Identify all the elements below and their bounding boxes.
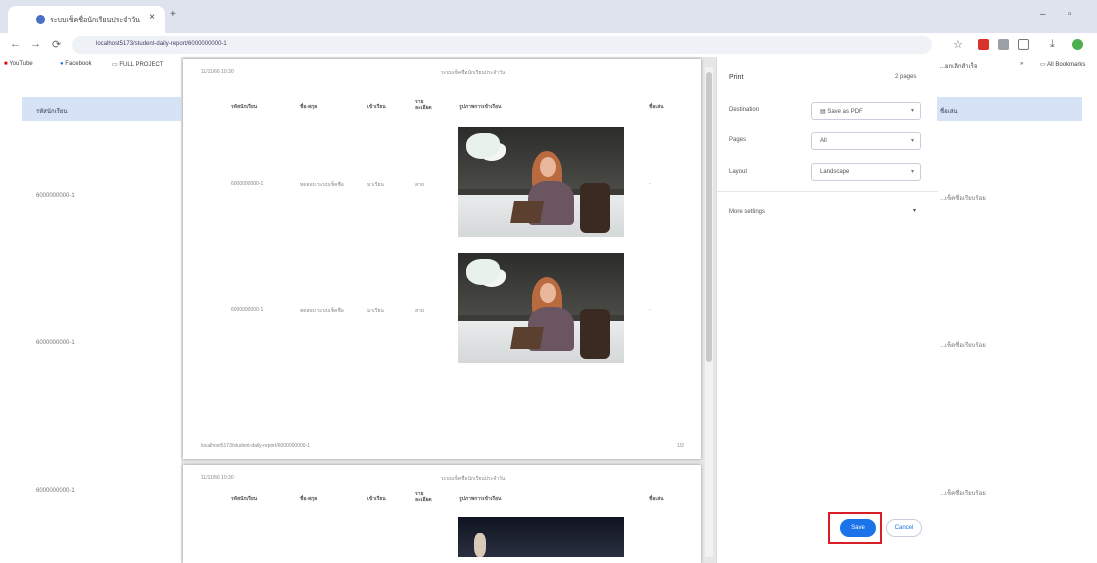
divider [717, 191, 938, 192]
browser-tab[interactable]: ระบบเช็คชื่อนักเรียนประจำวัน × [8, 6, 165, 33]
print-settings-panel: Print 2 pages Destination ▤ Save as PDF … [716, 57, 938, 563]
more-settings-label: More settings [729, 209, 766, 215]
column-header: ชื่อ-สกุล [300, 496, 318, 502]
chevron-down-icon: ▾ [913, 208, 917, 214]
browser-toolbar: ← → ⟳ localhost5173/student-daily-report… [0, 33, 1097, 57]
print-title: Print [729, 74, 744, 81]
print-preview-area[interactable]: 11/11/66 10:30 ระบบเช็คชื่อนักเรียนประจำ… [181, 57, 716, 563]
new-tab-icon[interactable]: + [170, 9, 176, 20]
column-header: เข้าเรียน [367, 104, 386, 110]
background-row-status: ...เช็คชื่อเรียบร้อย [940, 491, 986, 497]
background-header-right: ชื่อเล่น [940, 109, 958, 115]
preview-page-2: 11/11/66 10:30 ระบบเช็คชื่อนักเรียนประจำ… [183, 465, 701, 563]
preview-page-1: 11/11/66 10:30 ระบบเช็คชื่อนักเรียนประจำ… [183, 59, 701, 459]
save-button-highlight [828, 512, 882, 544]
page-count: 2 pages [895, 74, 917, 80]
bookmark-youtube[interactable]: ■ YouTube [4, 61, 33, 67]
column-header: รูปภาพการเข้าเรียน [459, 104, 502, 110]
column-header: ชื่อเล่น [649, 104, 664, 110]
cell-student-id: 6000000000-1 [231, 307, 264, 313]
profile-avatar[interactable] [1072, 39, 1083, 50]
layout-select[interactable]: Landscape ▾ [811, 163, 921, 181]
column-header: รหัสนักเรียน [231, 104, 258, 110]
background-row-status: ...เช็คชื่อเรียบร้อย [940, 196, 986, 202]
chevron-down-icon: ▾ [910, 169, 914, 175]
address-bar[interactable]: localhost5173/student-daily-report/60000… [72, 36, 932, 54]
attendance-photo [458, 127, 624, 237]
maximize-icon[interactable]: ▫ [1068, 9, 1072, 20]
url-text: localhost5173/student-daily-report/60000… [96, 41, 227, 47]
chevron-down-icon: ▾ [910, 138, 914, 144]
cell-detail: สาย [415, 182, 424, 188]
column-header: ราย ละเอียด [415, 99, 432, 111]
file-icon: ▤ [820, 109, 826, 115]
extensions-puzzle-icon[interactable] [998, 39, 1009, 50]
cell-nickname: - [649, 307, 651, 313]
column-header: ชื่อเล่น [649, 496, 664, 502]
minimize-icon[interactable]: – [1040, 9, 1046, 20]
cell-attendance: มาเรียน [367, 182, 384, 188]
more-settings-toggle[interactable]: More settings ▾ [717, 202, 938, 222]
youtube-icon: ■ [4, 61, 8, 67]
cell-student-id: 6000000000-1 [231, 181, 264, 187]
background-row-id: 6000000000-1 [36, 340, 75, 346]
browser-tab-bar: ⌄ ระบบเช็คชื่อนักเรียนประจำวัน × + – ▫ [0, 0, 1097, 33]
background-row-status: ...เช็คชื่อเรียบร้อย [940, 343, 986, 349]
background-row-id: 6000000000-1 [36, 488, 75, 494]
cell-name: ทดสอบ ระบบเช็คชื่อ [300, 182, 344, 188]
column-header: รหัสนักเรียน [231, 496, 258, 502]
background-row-id: 6000000000-1 [36, 193, 75, 199]
bookmarks-overflow-icon[interactable]: » [1020, 61, 1023, 67]
page-header-title: ระบบเช็คชื่อนักเรียนประจำวัน [441, 476, 506, 482]
cell-nickname: - [649, 181, 651, 187]
tab-title: ระบบเช็คชื่อนักเรียนประจำวัน [50, 17, 140, 24]
cell-name: ทดสอบ ระบบเช็คชื่อ [300, 308, 344, 314]
facebook-icon: ● [60, 61, 64, 67]
all-bookmarks[interactable]: ▭ All Bookmarks [1040, 61, 1085, 68]
pages-label: Pages [729, 137, 747, 143]
cancel-button[interactable]: Cancel [886, 519, 922, 537]
extension-icon[interactable] [978, 39, 989, 50]
column-header: ราย ละเอียด [415, 491, 432, 503]
page-header-title: ระบบเช็คชื่อนักเรียนประจำวัน [441, 70, 506, 76]
download-icon[interactable]: ⤓ [1050, 38, 1055, 51]
bookmark-star-icon[interactable]: ☆ [953, 38, 963, 51]
folder-icon: ▭ [112, 62, 118, 68]
sidepanel-icon[interactable] [1018, 39, 1029, 50]
bookmark-full-project[interactable]: ▭ FULL PROJECT [112, 61, 163, 68]
bookmark-facebook[interactable]: ● Facebook [60, 61, 92, 67]
column-header: เข้าเรียน [367, 496, 386, 502]
tab-favicon-icon [36, 15, 45, 24]
attendance-photo [458, 253, 624, 363]
reload-icon[interactable]: ⟳ [52, 38, 61, 51]
pages-select[interactable]: All ▾ [811, 132, 921, 150]
layout-label: Layout [729, 169, 748, 175]
page-header-date: 11/11/66 10:30 [201, 69, 234, 75]
attendance-photo [458, 517, 624, 557]
page-footer-url: localhost5173/student-daily-report/60000… [201, 443, 310, 449]
preview-scrollbar-thumb[interactable] [706, 72, 712, 362]
destination-label: Destination [729, 107, 760, 113]
background-header-left: รหัสนักเรียน [36, 109, 68, 115]
cell-attendance: มาเรียน [367, 308, 384, 314]
page-header-date: 11/11/66 10:30 [201, 475, 234, 481]
column-header: รูปภาพการเข้าเรียน [459, 496, 502, 502]
chevron-down-icon: ▾ [910, 108, 914, 114]
folder-icon: ▭ [1040, 62, 1046, 68]
bookmark-partial[interactable]: ...ยกเลิกสำเร็จ [940, 61, 977, 71]
page-footer-number: 1/2 [677, 443, 684, 449]
back-icon[interactable]: ← [10, 38, 21, 50]
destination-select[interactable]: ▤ Save as PDF ▾ [811, 102, 921, 120]
cell-detail: สาย [415, 308, 424, 314]
tab-close-icon[interactable]: × [149, 12, 155, 23]
forward-icon[interactable]: → [30, 38, 41, 50]
column-header: ชื่อ-สกุล [300, 104, 318, 110]
